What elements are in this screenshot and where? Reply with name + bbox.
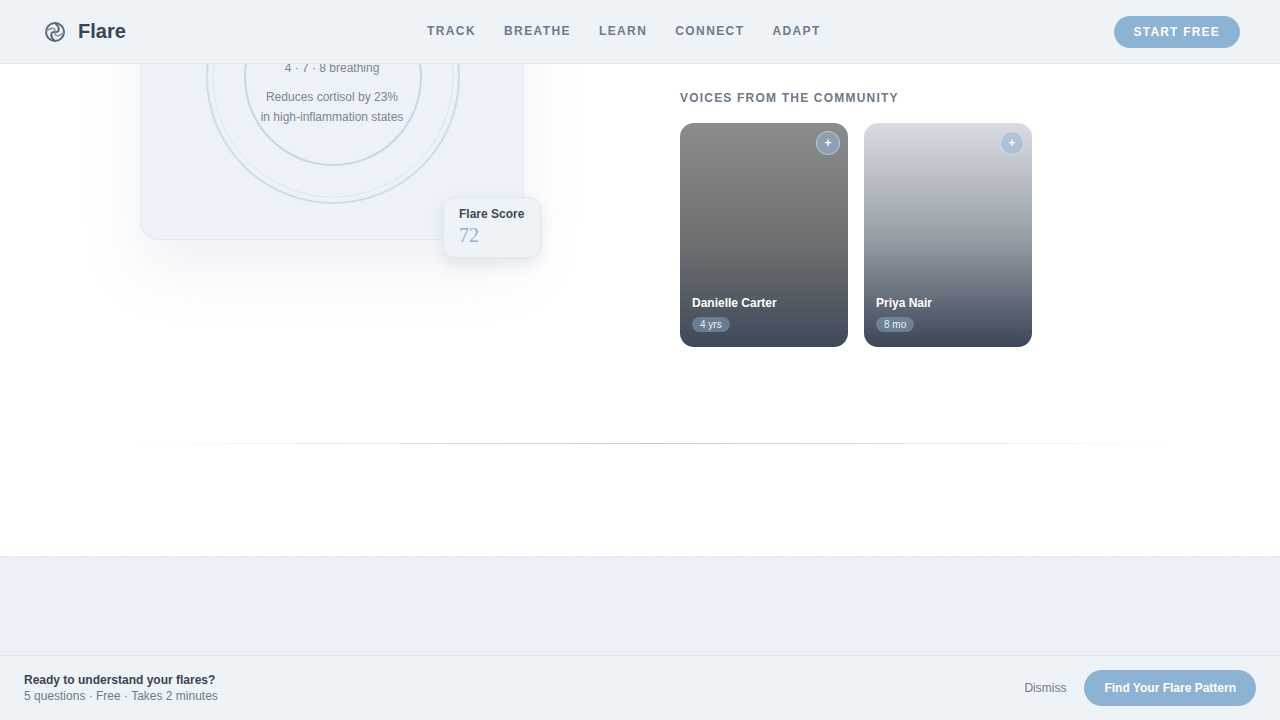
community: VOICES FROM THE COMMUNITY + Danielle Carte… <box>680 91 1280 347</box>
member-card[interactable]: + Priya Nair 8 mo <box>864 123 1032 347</box>
breathing-line: Reduces cortisol by 23% <box>266 87 398 107</box>
score-value: 72 <box>459 224 525 247</box>
top-header: Flare TRACK BREATHE LEARN CONNECT ADAPT START … <box>0 0 1280 64</box>
page: 4 · 7 · 8 breathingReduces cortisol by 2… <box>0 0 1280 720</box>
logo-icon <box>44 21 66 43</box>
add-button[interactable]: + <box>816 131 840 155</box>
member-card[interactable]: + Danielle Carter 4 yrs <box>680 123 848 347</box>
nav-item[interactable]: BREATHE <box>504 24 571 38</box>
cta-title: Ready to understand your flares? <box>24 673 218 687</box>
find-pattern-button[interactable]: Find Your Flare Pattern <box>1084 670 1256 706</box>
nav-item[interactable]: LEARN <box>599 24 647 38</box>
cta-bar: Ready to understand your flares? 5 questi… <box>0 655 1280 720</box>
member-name: Priya Nair <box>876 296 1020 310</box>
cta-subtitle: 5 questions · Free · Takes 2 minutes <box>24 689 218 703</box>
community-title: VOICES FROM THE COMMUNITY <box>680 91 1280 105</box>
divider <box>135 443 1170 444</box>
score-label: Flare Score <box>459 207 525 221</box>
breathing-line: in high-inflammation states <box>261 107 404 127</box>
member-tenure: 8 mo <box>876 317 914 332</box>
member-name: Danielle Carter <box>692 296 836 310</box>
nav-item[interactable]: TRACK <box>427 24 476 38</box>
nav-item[interactable]: ADAPT <box>772 24 820 38</box>
main-nav: TRACK BREATHE LEARN CONNECT ADAPT <box>427 24 821 38</box>
score-badge: Flare Score 72 <box>443 197 541 258</box>
dismiss-button[interactable]: Dismiss <box>1018 680 1072 696</box>
member-tenure: 4 yrs <box>692 317 730 332</box>
start-free-button[interactable]: START FREE <box>1114 16 1240 48</box>
member-list: + Danielle Carter 4 yrs + Priya Nair 8 mo <box>680 123 1280 347</box>
brand[interactable]: Flare <box>44 20 126 43</box>
nav-item[interactable]: CONNECT <box>675 24 744 38</box>
brand-name: Flare <box>78 20 126 43</box>
add-button[interactable]: + <box>1000 131 1024 155</box>
